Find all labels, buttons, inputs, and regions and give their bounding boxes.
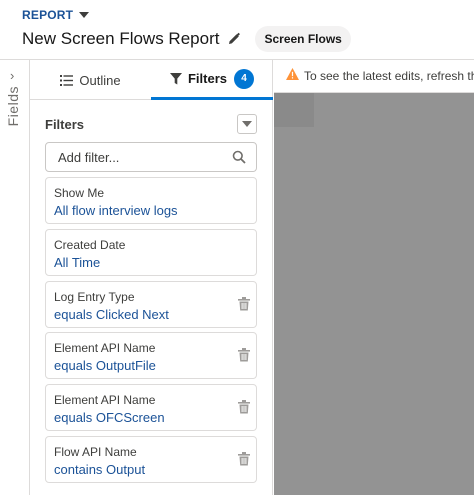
trash-icon[interactable]: [238, 400, 250, 419]
filters-heading: Filters: [45, 117, 85, 132]
filter-value: equals OutputFile: [54, 358, 156, 373]
report-preview: To see the latest edits, refresh the pre…: [274, 60, 474, 495]
add-filter-input[interactable]: [46, 143, 226, 171]
pencil-icon[interactable]: [227, 32, 241, 46]
filters-count-badge: 4: [234, 68, 254, 89]
filters-menu-button[interactable]: [237, 114, 257, 134]
preview-grid-loading: [274, 93, 474, 495]
search-icon: [232, 150, 246, 169]
filter-label: Flow API Name: [54, 445, 137, 459]
report-type-badge: Screen Flows: [255, 26, 351, 52]
filter-item-show-me[interactable]: Show Me All flow interview logs: [45, 177, 257, 224]
list-icon: [60, 74, 74, 86]
trash-icon[interactable]: [238, 297, 250, 316]
fields-panel-toggle[interactable]: › Fields: [0, 60, 30, 495]
filters-panel: Outline Filters 4 Filters Show Me All fl…: [30, 60, 273, 495]
filter-label: Show Me: [54, 186, 105, 200]
report-type-menu[interactable]: REPORT: [22, 8, 90, 22]
filter-label: Element API Name: [54, 393, 156, 407]
filter-value: equals OFCScreen: [54, 410, 165, 425]
panel-tabs: Outline Filters 4: [30, 60, 273, 100]
caret-down-icon: [242, 121, 252, 127]
refresh-notice: To see the latest edits, refresh the pre…: [274, 60, 474, 93]
add-filter-search: [45, 142, 257, 172]
trash-icon[interactable]: [238, 348, 250, 367]
filter-label: Created Date: [54, 238, 126, 252]
filter-item-flow-api-name[interactable]: Flow API Name contains Output: [45, 436, 257, 483]
tab-outline[interactable]: Outline: [30, 60, 151, 100]
trash-icon[interactable]: [238, 452, 250, 471]
chevron-right-icon: ›: [10, 68, 15, 83]
warning-icon: [286, 67, 299, 85]
filter-item-created-date[interactable]: Created Date All Time: [45, 229, 257, 276]
tab-outline-label: Outline: [79, 72, 121, 88]
filter-label: Element API Name: [54, 341, 156, 355]
filter-item-element-api-name[interactable]: Element API Name equals OutputFile: [45, 332, 257, 379]
fields-label: Fields: [5, 86, 21, 127]
filter-value: All flow interview logs: [54, 203, 178, 218]
funnel-icon: [169, 72, 182, 85]
caret-down-icon: [79, 12, 90, 18]
report-label: REPORT: [22, 8, 74, 22]
filter-value: contains Output: [54, 462, 146, 477]
filter-value: equals Clicked Next: [54, 307, 169, 322]
filter-value: All Time: [54, 255, 101, 270]
refresh-notice-text: To see the latest edits, refresh the pre…: [304, 69, 474, 83]
filter-item-element-api-name[interactable]: Element API Name equals OFCScreen: [45, 384, 257, 431]
tab-filters-label: Filters: [187, 71, 227, 86]
preview-grid-cell: [274, 93, 314, 127]
filter-item-log-entry-type[interactable]: Log Entry Type equals Clicked Next: [45, 281, 257, 328]
report-header: REPORT New Screen Flows Report Screen Fl…: [0, 0, 474, 60]
filter-label: Log Entry Type: [54, 290, 135, 304]
tab-filters[interactable]: Filters 4: [151, 60, 273, 100]
report-title: New Screen Flows Report: [22, 29, 220, 48]
